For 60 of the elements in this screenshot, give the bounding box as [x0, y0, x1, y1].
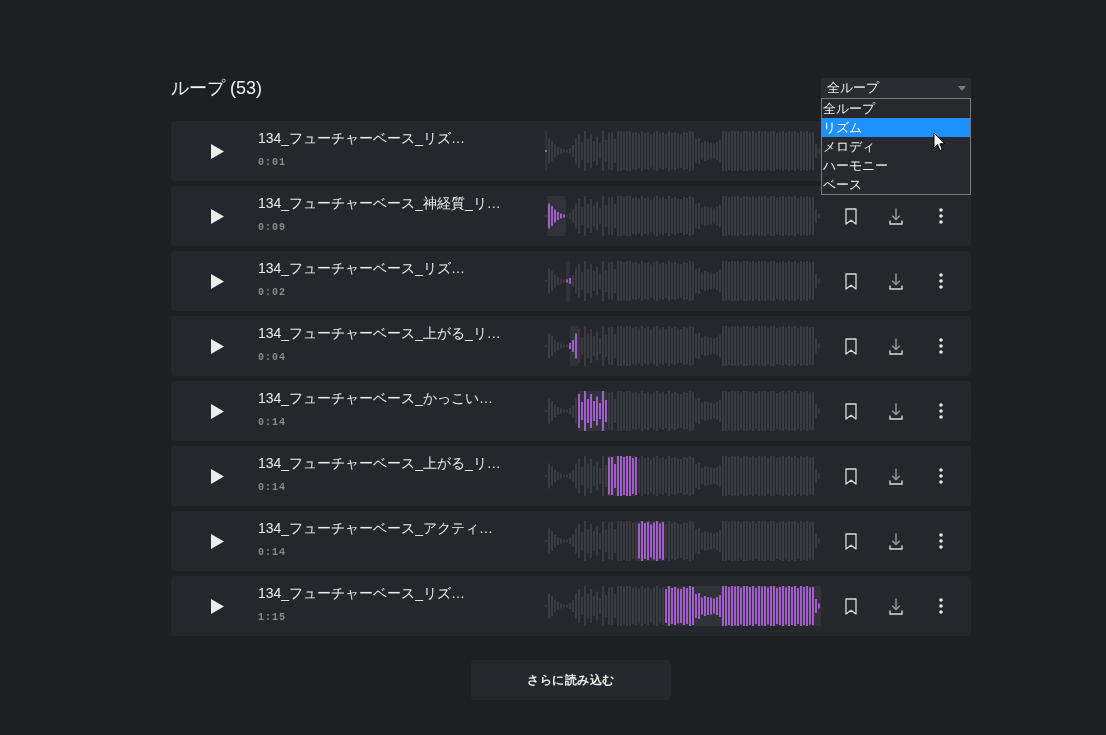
- download-icon: [889, 272, 903, 290]
- play-icon: [210, 338, 224, 354]
- loop-region: [547, 196, 566, 236]
- loop-title: 134_フューチャーベース_アクティ…: [258, 519, 494, 537]
- bookmark-icon: [845, 597, 857, 615]
- loop-duration: 0:04: [258, 352, 286, 364]
- caret-icon: [958, 85, 966, 91]
- bookmark-icon: [845, 337, 857, 355]
- loop-title: 134_フューチャーベース_かっこい…: [258, 389, 494, 407]
- dropdown-option[interactable]: 全ループ: [822, 99, 970, 118]
- loop-region: [565, 261, 571, 301]
- loop-title: 134_フューチャーベース_上がる_リ…: [258, 454, 502, 472]
- download-icon: [889, 337, 903, 355]
- loop-title: 134_フューチャーベース_リズ…: [258, 259, 466, 277]
- play-icon: [210, 208, 224, 224]
- loop-title: 134_フューチャーベース_リズ…: [258, 584, 466, 602]
- loop-duration: 0:01: [258, 157, 286, 169]
- filter-select[interactable]: 全ループ: [821, 78, 971, 98]
- more-icon: [939, 598, 943, 614]
- download-icon: [889, 467, 903, 485]
- download-icon: [889, 597, 903, 615]
- play-icon: [210, 143, 224, 159]
- dropdown-option[interactable]: ハーモニー: [822, 156, 970, 175]
- play-icon: [210, 403, 224, 419]
- dropdown-option[interactable]: ベース: [822, 175, 970, 194]
- download-icon: [889, 207, 903, 225]
- load-more-button[interactable]: さらに読み込む: [471, 660, 671, 700]
- loop-region: [636, 521, 666, 561]
- section-heading: ループ (53): [171, 77, 262, 99]
- loop-duration: 1:15: [258, 612, 286, 624]
- loop-duration: 0:14: [258, 482, 286, 494]
- loop-region: [607, 456, 637, 496]
- loop-title: 134_フューチャーベース_神経質_リ…: [258, 194, 502, 212]
- loop-duration: 0:02: [258, 287, 286, 299]
- loop-region: [569, 326, 579, 366]
- play-icon: [210, 533, 224, 549]
- play-icon: [210, 273, 224, 289]
- more-icon: [939, 403, 943, 419]
- bookmark-icon: [845, 532, 857, 550]
- play-icon: [210, 468, 224, 484]
- more-icon: [939, 338, 943, 354]
- play-icon: [210, 598, 224, 614]
- loop-region: [578, 391, 608, 431]
- more-icon: [939, 533, 943, 549]
- more-icon: [939, 468, 943, 484]
- loop-title: 134_フューチャーベース_上がる_リ…: [258, 324, 502, 342]
- more-icon: [939, 208, 943, 224]
- bookmark-icon: [845, 402, 857, 420]
- download-icon: [889, 402, 903, 420]
- loop-duration: 0:14: [258, 547, 286, 559]
- dropdown-option[interactable]: メロディ: [822, 137, 970, 156]
- loop-title: 134_フューチャーベース_リズ…: [258, 129, 466, 147]
- loop-duration: 0:14: [258, 417, 286, 429]
- bookmark-icon: [845, 272, 857, 290]
- loop-duration: 0:09: [258, 222, 286, 234]
- more-icon: [939, 273, 943, 289]
- bookmark-icon: [845, 207, 857, 225]
- bookmark-icon: [845, 467, 857, 485]
- download-icon: [889, 532, 903, 550]
- cursor-icon: [933, 132, 946, 152]
